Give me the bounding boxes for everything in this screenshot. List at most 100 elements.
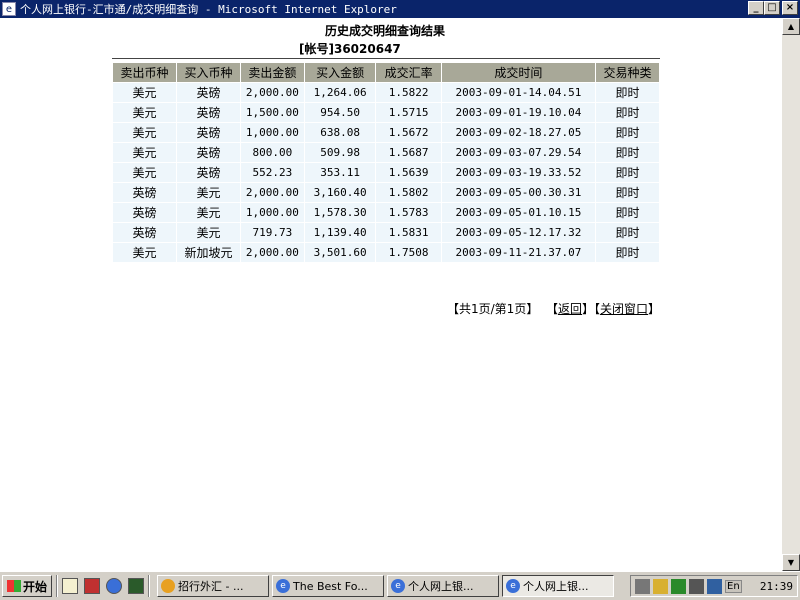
taskbar: 开始 招行外汇 - ... e The Best Fo... e 个人网上银... e 个人… xyxy=(0,571,800,600)
table-row: 美元 英磅 1,000.00 638.08 1.5672 2003-09-02-18.27… xyxy=(113,123,659,142)
security-icon[interactable] xyxy=(671,578,686,594)
cell-rate: 1.5715 xyxy=(376,103,441,122)
ie-icon: e xyxy=(391,579,405,593)
cell-sell-currency: 英磅 xyxy=(113,223,176,242)
back-link[interactable]: 返回 xyxy=(558,302,582,316)
account-number: 36020647 xyxy=(333,42,401,56)
cell-rate: 1.5672 xyxy=(376,123,441,142)
cell-type: 即时 xyxy=(595,123,659,142)
scroll-down-arrow-icon[interactable]: ▼ xyxy=(782,554,800,571)
cell-sell-currency: 英磅 xyxy=(113,203,176,222)
cell-sell-amount: 1,000.00 xyxy=(240,203,304,222)
cell-buy-currency: 英磅 xyxy=(176,163,240,182)
cell-time: 2003-09-03-07.29.54 xyxy=(441,143,595,162)
cell-buy-amount: 1,578.30 xyxy=(304,203,376,222)
title-bar: e 个人网上银行-汇市通/成交明细查询 - Microsoft Internet… xyxy=(0,0,800,18)
notepad-icon[interactable] xyxy=(62,578,78,594)
taskbar-button-label: The Best Fo... xyxy=(293,579,368,593)
start-button[interactable]: 开始 xyxy=(2,575,52,597)
taskbar-button[interactable]: e 个人网上银... xyxy=(502,575,614,597)
cell-buy-amount: 1,139.40 xyxy=(304,223,376,242)
col-header-rate: 成交汇率 xyxy=(376,63,441,82)
cell-rate: 1.7508 xyxy=(376,243,441,262)
cell-sell-amount: 800.00 xyxy=(240,143,304,162)
ie-icon[interactable] xyxy=(106,578,122,594)
pagination: 【共1页/第1页】 【返回】【关闭窗口】 xyxy=(447,300,660,317)
cell-buy-amount: 3,501.60 xyxy=(304,243,376,262)
cell-buy-currency: 美元 xyxy=(176,203,240,222)
user-icon[interactable] xyxy=(707,578,722,594)
cell-sell-amount: 552.23 xyxy=(240,163,304,182)
cell-rate: 1.5639 xyxy=(376,163,441,182)
ie-icon: e xyxy=(2,2,16,16)
divider xyxy=(148,575,150,597)
cell-time: 2003-09-11-21.37.07 xyxy=(441,243,595,262)
table-row: 美元 英磅 1,500.00 954.50 1.5715 2003-09-01-19.10… xyxy=(113,103,659,122)
table-row: 美元 新加坡元 2,000.00 3,501.60 1.7508 2003-09-11-2… xyxy=(113,243,659,262)
minimize-button[interactable]: _ xyxy=(748,1,764,15)
cell-buy-amount: 638.08 xyxy=(304,123,376,142)
page-content: 历史成交明细查询结果 [帐号]36020647 卖出币种 买入币种 卖出金额 买… xyxy=(0,18,782,571)
task-buttons: 招行外汇 - ... e The Best Fo... e 个人网上银... e 个人网上银… xyxy=(154,575,614,597)
cell-sell-amount: 1,500.00 xyxy=(240,103,304,122)
col-header-sell-amount: 卖出金额 xyxy=(240,63,304,82)
cell-sell-currency: 美元 xyxy=(113,83,176,102)
desktop-icon[interactable] xyxy=(128,578,144,594)
col-header-buy-amount: 买入金额 xyxy=(304,63,376,82)
taskbar-button[interactable]: 招行外汇 - ... xyxy=(157,575,269,597)
ie-icon: e xyxy=(276,579,290,593)
table-row: 美元 英磅 800.00 509.98 1.5687 2003-09-03-07.29.5… xyxy=(113,143,659,162)
cell-rate: 1.5831 xyxy=(376,223,441,242)
col-header-type: 交易种类 xyxy=(595,63,659,82)
taskbar-button[interactable]: e The Best Fo... xyxy=(272,575,384,597)
quick-launch xyxy=(62,578,144,594)
printer-icon[interactable] xyxy=(689,578,704,594)
cell-sell-currency: 美元 xyxy=(113,243,176,262)
cell-buy-currency: 英磅 xyxy=(176,83,240,102)
cell-time: 2003-09-03-19.33.52 xyxy=(441,163,595,182)
close-button[interactable]: × xyxy=(782,1,798,15)
table-row: 英磅 美元 1,000.00 1,578.30 1.5783 2003-09-05-01.… xyxy=(113,203,659,222)
table-row: 英磅 美元 719.73 1,139.40 1.5831 2003-09-05-12.17… xyxy=(113,223,659,242)
taskbar-button-label: 个人网上银... xyxy=(523,580,589,593)
divider xyxy=(56,575,58,597)
network-icon[interactable] xyxy=(653,578,668,594)
vertical-scrollbar[interactable]: ▲ ▼ xyxy=(782,18,800,571)
maximize-button[interactable]: □ xyxy=(764,1,780,15)
windows-logo-icon xyxy=(6,580,21,592)
cell-rate: 1.5822 xyxy=(376,83,441,102)
window-title: 个人网上银行-汇市通/成交明细查询 - Microsoft Internet E… xyxy=(20,3,397,16)
cell-sell-currency: 英磅 xyxy=(113,183,176,202)
cmb-icon xyxy=(161,579,175,593)
cell-sell-currency: 美元 xyxy=(113,123,176,142)
col-header-time: 成交时间 xyxy=(441,63,595,82)
bracket: 【 xyxy=(545,302,558,316)
taskbar-button[interactable]: e 个人网上银... xyxy=(387,575,499,597)
cell-type: 即时 xyxy=(595,243,659,262)
cell-buy-amount: 353.11 xyxy=(304,163,376,182)
page-info: 【共1页/第1页】 xyxy=(447,302,539,316)
cell-buy-currency: 新加坡元 xyxy=(176,243,240,262)
cell-rate: 1.5687 xyxy=(376,143,441,162)
table-row: 英磅 美元 2,000.00 3,160.40 1.5802 2003-09-05-00.… xyxy=(113,183,659,202)
cell-buy-currency: 美元 xyxy=(176,183,240,202)
cell-buy-currency: 英磅 xyxy=(176,103,240,122)
cell-time: 2003-09-01-14.04.51 xyxy=(441,83,595,102)
save-icon[interactable] xyxy=(84,578,100,594)
cell-rate: 1.5783 xyxy=(376,203,441,222)
table-body: 美元 英磅 2,000.00 1,264.06 1.5822 2003-09-01-14.… xyxy=(113,83,659,262)
cell-sell-amount: 2,000.00 xyxy=(240,83,304,102)
cell-buy-amount: 509.98 xyxy=(304,143,376,162)
cell-type: 即时 xyxy=(595,163,659,182)
cell-buy-currency: 英磅 xyxy=(176,123,240,142)
scroll-up-arrow-icon[interactable]: ▲ xyxy=(782,18,800,35)
close-window-link[interactable]: 关闭窗口 xyxy=(600,302,648,316)
cell-sell-amount: 2,000.00 xyxy=(240,183,304,202)
volume-icon[interactable] xyxy=(635,578,650,594)
table-row: 美元 英磅 2,000.00 1,264.06 1.5822 2003-09-01-14.… xyxy=(113,83,659,102)
cell-type: 即时 xyxy=(595,143,659,162)
cell-buy-amount: 954.50 xyxy=(304,103,376,122)
account-line: [帐号]36020647 xyxy=(299,40,401,57)
language-indicator[interactable]: En xyxy=(725,579,742,593)
cell-sell-amount: 2,000.00 xyxy=(240,243,304,262)
